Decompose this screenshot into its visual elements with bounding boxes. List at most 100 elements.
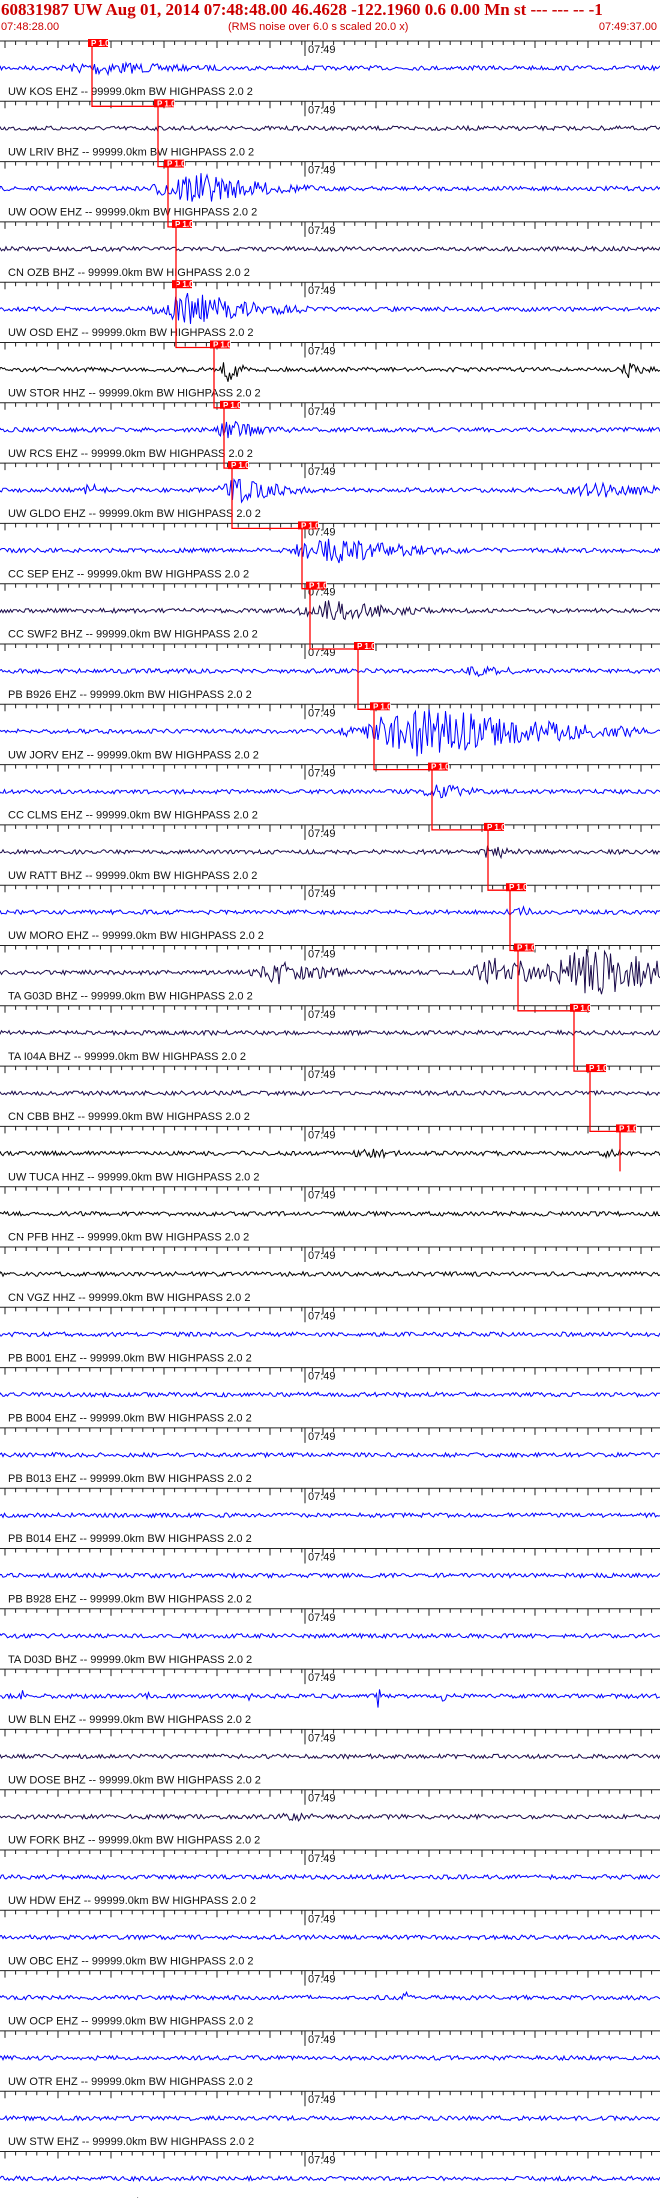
minute-label: 07:49 (308, 1974, 336, 1986)
station-label: CC SEP EHZ -- 99999.0km BW HIGHPASS 2.0 … (8, 568, 249, 580)
waveform (0, 124, 660, 132)
station-label: CN OZB BHZ -- 99999.0km BW HIGHPASS 2.0 … (8, 267, 250, 279)
minute-label: 07:49 (308, 1310, 336, 1322)
minute-label: 07:49 (308, 1732, 336, 1744)
waveform (0, 1812, 660, 1822)
station-label: UW LRIV BHZ -- 99999.0km BW HIGHPASS 2.0… (8, 146, 254, 158)
trace-row: 07:49 PB B001 EHZ -- 99999.0km BW HIGHPAS… (0, 1306, 660, 1364)
trace-row: 07:49 PB B928 EHZ -- 99999.0km BW HIGHPAS… (0, 1548, 660, 1606)
trace-row: 07:49 TA I04A BHZ -- 99999.0km BW HIGHPAS… (0, 1003, 660, 1063)
minute-label: 07:49 (308, 1672, 336, 1684)
phase-marker-label: P 1.0 (167, 160, 186, 169)
phase-marker-label: P 1.0 (573, 1004, 592, 1013)
trace-row: 07:49 UW LRIV BHZ -- 99999.0km BW HIGHPAS… (0, 99, 660, 158)
station-label: CC SWF2 BHZ -- 99999.0km BW HIGHPASS 2.0… (8, 629, 258, 641)
minute-label: 07:49 (308, 1853, 336, 1865)
trace-row: 07:49 UW OOW EHZ -- 99999.0km BW HIGHPASS… (0, 159, 660, 219)
minute-label: 07:49 (308, 285, 336, 297)
trace-row: 07:49 CN VGZ HHZ -- 99999.0km BW HIGHPASS… (0, 1246, 660, 1304)
trace-row: 07:49 UW STOR HHZ -- 99999.0km BW HIGHPAS… (0, 340, 660, 400)
station-label: UW FORK BHZ -- 99999.0km BW HIGHPASS 2.0… (8, 1835, 260, 1847)
minute-label: 07:49 (308, 225, 336, 237)
station-label: PB B014 EHZ -- 99999.0km BW HIGHPASS 2.0… (8, 1533, 252, 1545)
minute-label: 07:49 (308, 1069, 336, 1081)
trace-row: 07:49 UW DOSE BHZ -- 99999.0km BW HIGHPAS… (0, 1728, 660, 1786)
trace-row: 07:49UW WISH BHZ -- 99999.0km BW HIGHPAS… (0, 2151, 660, 2198)
minute-label: 07:49 (308, 2034, 336, 2046)
station-label: UW MORO EHZ -- 99999.0km BW HIGHPASS 2.0… (8, 930, 264, 942)
phase-marker-label: P 1.0 (91, 39, 110, 48)
trace-row: 07:49 UW OBC EHZ -- 99999.0km BW HIGHPASS… (0, 1909, 660, 1967)
trace-row: 07:49 PB B014 EHZ -- 99999.0km BW HIGHPAS… (0, 1487, 660, 1545)
plot-header: 60831987 UW Aug 01, 2014 07:48:48.00 46.… (0, 0, 660, 38)
station-label: CN VGZ HHZ -- 99999.0km BW HIGHPASS 2.0 … (8, 1292, 250, 1304)
minute-label: 07:49 (308, 165, 336, 177)
waveform (0, 1934, 660, 1941)
station-label: UW RCS EHZ -- 99999.0km BW HIGHPASS 2.0 … (8, 448, 253, 460)
station-label: UW HDW EHZ -- 99999.0km BW HIGHPASS 2.0 … (8, 1895, 256, 1907)
minute-label: 07:49 (308, 2094, 336, 2106)
waveform (0, 420, 660, 439)
station-label: UW BLN EHZ -- 99999.0km BW HIGHPASS 2.0 … (8, 1714, 251, 1726)
station-label: UW KOS EHZ -- 99999.0km BW HIGHPASS 2.0 … (8, 86, 253, 98)
station-label: UW OTR EHZ -- 99999.0km BW HIGHPASS 2.0 … (8, 2076, 253, 2088)
station-label: UW TUCA HHZ -- 99999.0km BW HIGHPASS 2.0… (8, 1171, 259, 1183)
minute-label: 07:49 (308, 1371, 336, 1383)
trace-row: 07:49 UW MORO EHZ -- 99999.0km BW HIGHPAS… (0, 883, 660, 942)
waveform (0, 845, 660, 860)
trace-row: 07:49 UW BLN EHZ -- 99999.0km BW HIGHPASS… (0, 1668, 660, 1726)
station-label: PB B926 EHZ -- 99999.0km BW HIGHPASS 2.0… (8, 689, 252, 701)
phase-marker-label: P 1.0 (223, 401, 242, 410)
trace-row: 07:49 UW OSD EHZ -- 99999.0km BW HIGHPASS… (0, 280, 660, 339)
waveform (0, 1270, 660, 1278)
trace-row: 07:49 UW OCP EHZ -- 99999.0km BW HIGHPASS… (0, 1970, 660, 2028)
phase-marker-label: P 1.0 (231, 461, 250, 470)
waveform (0, 2114, 660, 2122)
trace-row: 07:49 UW GLDO EHZ -- 99999.0km BW HIGHPAS… (0, 461, 660, 520)
waveform (0, 362, 660, 382)
station-label: UW JORV EHZ -- 99999.0km BW HIGHPASS 2.0… (8, 749, 259, 761)
trace-row: 07:49 PB B004 EHZ -- 99999.0km BW HIGHPAS… (0, 1367, 660, 1425)
station-label: UW DOSE BHZ -- 99999.0km BW HIGHPASS 2.0… (8, 1774, 261, 1786)
minute-label: 07:49 (308, 346, 336, 358)
phase-marker-label: P 1.0 (517, 944, 536, 953)
minute-label: 07:49 (308, 828, 336, 840)
trace-row: 07:49 CN OZB BHZ -- 99999.0km BW HIGHPASS… (0, 219, 660, 279)
trace-row: 07:49 UW FORK BHZ -- 99999.0km BW HIGHPAS… (0, 1789, 660, 1847)
station-label: UW STW EHZ -- 99999.0km BW HIGHPASS 2.0 … (8, 2136, 254, 2148)
station-label: CN PFB HHZ -- 99999.0km BW HIGHPASS 2.0 … (8, 1232, 249, 1244)
minute-label: 07:49 (308, 104, 336, 116)
station-label: UW OSD EHZ -- 99999.0km BW HIGHPASS 2.0 … (8, 327, 254, 339)
waveform (0, 2054, 660, 2062)
rms-note: (RMS noise over 6.0 s scaled 20.0 x) (228, 21, 409, 33)
station-label: UW STOR HHZ -- 99999.0km BW HIGHPASS 2.0… (8, 388, 261, 400)
waveform (0, 1689, 660, 1708)
phase-marker-label: P 1.0 (213, 341, 232, 350)
minute-label: 07:49 (308, 1009, 336, 1021)
waveform (0, 1990, 660, 2002)
minute-label: 07:49 (308, 1250, 336, 1262)
phase-marker-label: P 1.0 (175, 220, 194, 229)
event-title: 60831987 UW Aug 01, 2014 07:48:48.00 46.… (1, 0, 603, 19)
phase-marker-label: P 1.0 (589, 1064, 608, 1073)
trace-row: 07:49CC SEP EHZ -- 99999.0km BW HIGHPASS… (0, 521, 660, 580)
waveform (0, 1451, 660, 1459)
trace-row: 07:49 PB B013 EHZ -- 99999.0km BW HIGHPAS… (0, 1427, 660, 1485)
phase-marker-label: P 1.0 (357, 642, 376, 651)
waveform (0, 1753, 660, 1760)
minute-label: 07:49 (308, 1491, 336, 1503)
station-label: TA G03D BHZ -- 99999.0km BW HIGHPASS 2.0… (8, 991, 253, 1003)
minute-label: 07:49 (308, 1552, 336, 1564)
waveform (0, 905, 660, 917)
trace-row: 07:49 UW RCS EHZ -- 99999.0km BW HIGHPASS… (0, 400, 660, 460)
minute-label: 07:49 (308, 1612, 336, 1624)
phase-marker-label: P 1.0 (157, 99, 176, 108)
phase-marker-label: P 1.0 (619, 1124, 638, 1133)
station-label: UW OCP EHZ -- 99999.0km BW HIGHPASS 2.0 … (8, 2016, 253, 2028)
minute-label: 07:49 (308, 44, 336, 56)
station-label: PB B004 EHZ -- 99999.0km BW HIGHPASS 2.0… (8, 1413, 252, 1425)
station-label: UW GLDO EHZ -- 99999.0km BW HIGHPASS 2.0… (8, 508, 261, 520)
waveform (0, 1571, 660, 1579)
station-label: UW OOW EHZ -- 99999.0km BW HIGHPASS 2.0 … (8, 207, 257, 219)
waveform (0, 1029, 660, 1037)
